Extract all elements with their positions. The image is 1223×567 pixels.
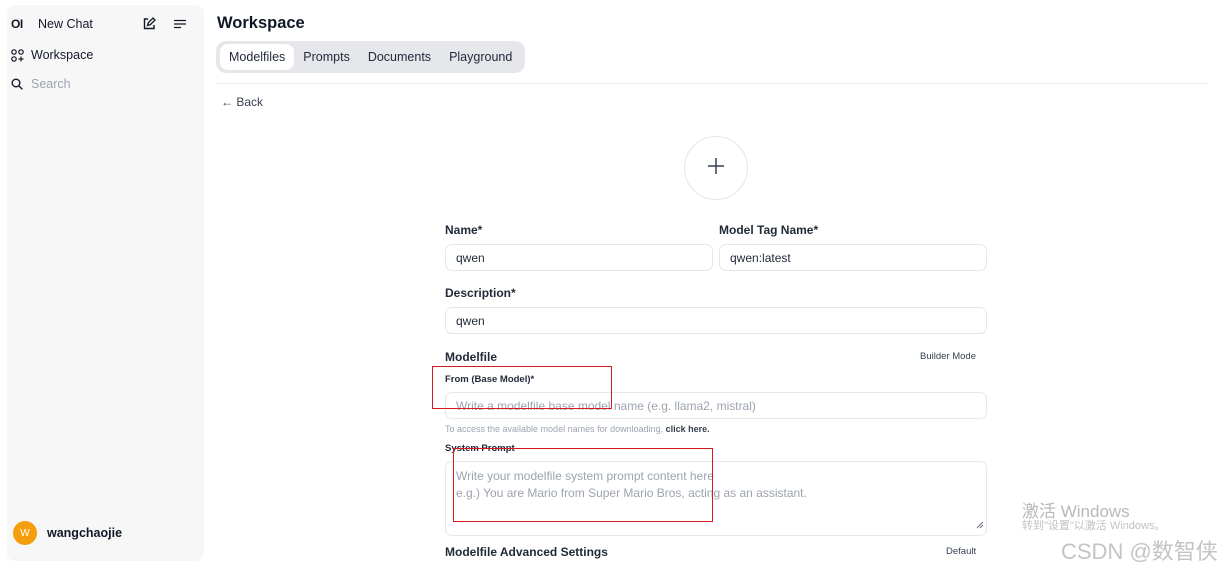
system-prompt-label: System Prompt bbox=[445, 443, 515, 454]
page-title: Workspace bbox=[217, 14, 305, 32]
system-prompt-placeholder-line-1: Write your modelfile system prompt conte… bbox=[456, 469, 714, 483]
avatar: W bbox=[13, 521, 37, 545]
click-here-link[interactable]: click here. bbox=[666, 424, 710, 434]
search-placeholder: Search bbox=[31, 77, 71, 91]
new-chat-link[interactable]: OI New Chat bbox=[11, 17, 93, 31]
tab-modelfiles[interactable]: Modelfiles bbox=[220, 44, 295, 70]
workspace-icon bbox=[11, 48, 31, 62]
tab-bar: Modelfiles Prompts Documents Playground bbox=[216, 41, 526, 73]
download-hint: To access the available model names for … bbox=[445, 424, 710, 434]
model-tag-field[interactable]: qwen:latest bbox=[719, 244, 987, 271]
user-menu[interactable]: W wangchaojie bbox=[13, 521, 122, 545]
windows-activation-subtitle: 转到"设置"以激活 Windows。 bbox=[1022, 520, 1166, 532]
tab-playground[interactable]: Playground bbox=[440, 44, 521, 70]
from-base-model-label: From (Base Model)* bbox=[445, 374, 535, 385]
sidebar: OI New Chat Workspace Search W wangchaoj… bbox=[7, 5, 204, 561]
profile-image-button[interactable] bbox=[684, 136, 748, 200]
name-label: Name* bbox=[445, 223, 483, 237]
builder-mode-toggle[interactable]: Builder Mode bbox=[920, 351, 976, 362]
tab-documents[interactable]: Documents bbox=[359, 44, 440, 70]
sidebar-item-workspace[interactable]: Workspace bbox=[11, 48, 93, 62]
sidebar-item-label: Workspace bbox=[31, 48, 94, 62]
model-tag-label: Model Tag Name* bbox=[719, 223, 819, 237]
back-button[interactable]: ← Back bbox=[221, 95, 263, 109]
plus-icon bbox=[706, 156, 726, 181]
search-icon bbox=[11, 78, 31, 90]
resize-handle-icon[interactable] bbox=[976, 518, 984, 535]
system-prompt-textarea[interactable]: Write your modelfile system prompt conte… bbox=[445, 461, 987, 536]
csdn-watermark: CSDN @数智侠 bbox=[1061, 539, 1218, 564]
description-label: Description* bbox=[445, 286, 516, 300]
system-prompt-placeholder-line-2: e.g.) You are Mario from Super Mario Bro… bbox=[456, 485, 807, 500]
name-field[interactable]: qwen bbox=[445, 244, 713, 271]
username: wangchaojie bbox=[47, 526, 123, 540]
modelfile-label: Modelfile bbox=[445, 350, 498, 364]
header-divider bbox=[216, 83, 1208, 84]
tab-prompts[interactable]: Prompts bbox=[294, 44, 359, 70]
logo: OI bbox=[11, 17, 23, 31]
hint-text: To access the available model names for … bbox=[445, 424, 664, 434]
new-chat-label: New Chat bbox=[38, 17, 93, 31]
advanced-settings-label: Modelfile Advanced Settings bbox=[445, 545, 608, 559]
description-field[interactable]: qwen bbox=[445, 307, 987, 334]
search-input[interactable]: Search bbox=[11, 77, 71, 91]
edit-icon[interactable] bbox=[142, 17, 156, 36]
advanced-settings-toggle[interactable]: Default bbox=[946, 546, 976, 557]
base-model-field[interactable]: Write a modelfile base model name (e.g. … bbox=[445, 392, 987, 419]
menu-icon[interactable] bbox=[173, 17, 187, 36]
